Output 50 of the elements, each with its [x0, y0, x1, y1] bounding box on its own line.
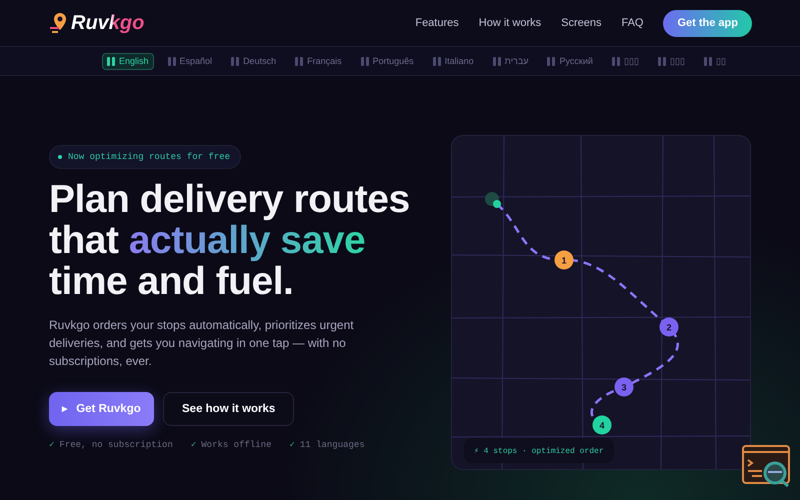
stop-marker[interactable]: 2 — [660, 318, 678, 336]
feature-text: Works offline — [201, 440, 272, 450]
flag-icon — [658, 56, 666, 66]
logo-text[interactable]: Ruvkgo — [71, 12, 144, 34]
language-tab[interactable]: Deutsch — [226, 52, 282, 70]
language-tab[interactable]: עברית — [488, 52, 534, 70]
flag-icon — [360, 56, 369, 66]
terminal-search-icon[interactable] — [742, 445, 790, 487]
stop-number: 4 — [600, 420, 604, 430]
get-app-button[interactable]: Get the app — [663, 10, 752, 36]
flag-icon — [168, 56, 176, 66]
language-tab[interactable]: ▯▯▯ — [652, 52, 690, 70]
route-summary: ⚡ 4 stops · optimized order — [464, 438, 614, 463]
check-icon: ✓ — [49, 440, 54, 450]
hero-description: Ruvkgo orders your stops automatically, prioritizes urgent deliveries, and gets you navigating in one tap — with no subscriptions, ever. — [49, 317, 354, 370]
flag-icon — [492, 56, 501, 66]
flag-icon — [432, 56, 441, 66]
nav-link[interactable]: Features — [415, 17, 459, 29]
flag-icon — [704, 56, 712, 66]
stop-marker[interactable]: 3 — [614, 378, 634, 396]
flag-icon — [612, 56, 620, 66]
stop-marker[interactable]: 1 — [554, 250, 574, 270]
language-tab[interactable]: Italiano — [428, 52, 479, 70]
language-tab[interactable]: English — [102, 52, 154, 70]
language-tab[interactable]: Français — [290, 52, 347, 70]
feature-text: 11 languages — [300, 440, 365, 450]
flag-icon — [295, 56, 304, 66]
nav-link[interactable]: How it works — [478, 17, 542, 29]
hero-title: Plan delivery routes that actually save time and fuel. — [49, 179, 411, 302]
language-tab[interactable]: ▯▯▯ — [606, 52, 644, 70]
flag-icon — [107, 56, 115, 66]
stop-marker[interactable]: 4 — [592, 416, 612, 434]
start-point-icon — [485, 192, 501, 208]
status-dot — [58, 155, 62, 159]
stop-number: 3 — [622, 382, 626, 392]
stop-number: 2 — [666, 322, 672, 332]
stop-number: 1 — [562, 256, 566, 266]
feature-text: Free, no subscription — [59, 440, 173, 450]
language-tab[interactable]: Português — [356, 52, 419, 70]
check-icon: ✓ — [190, 440, 196, 450]
badge-text: Now optimizing routes for free — [68, 152, 230, 162]
nav-link[interactable]: Screens — [561, 17, 602, 29]
flag-icon — [231, 56, 240, 66]
language-tab[interactable]: ▯▯ — [698, 52, 731, 70]
see-how-button[interactable]: See how it works — [163, 392, 294, 426]
language-tab[interactable]: Español — [162, 52, 218, 70]
language-tab[interactable]: Русский — [542, 52, 598, 70]
nav-link[interactable]: FAQ — [621, 17, 644, 29]
check-icon: ✓ — [289, 440, 295, 450]
flag-icon — [547, 56, 556, 66]
